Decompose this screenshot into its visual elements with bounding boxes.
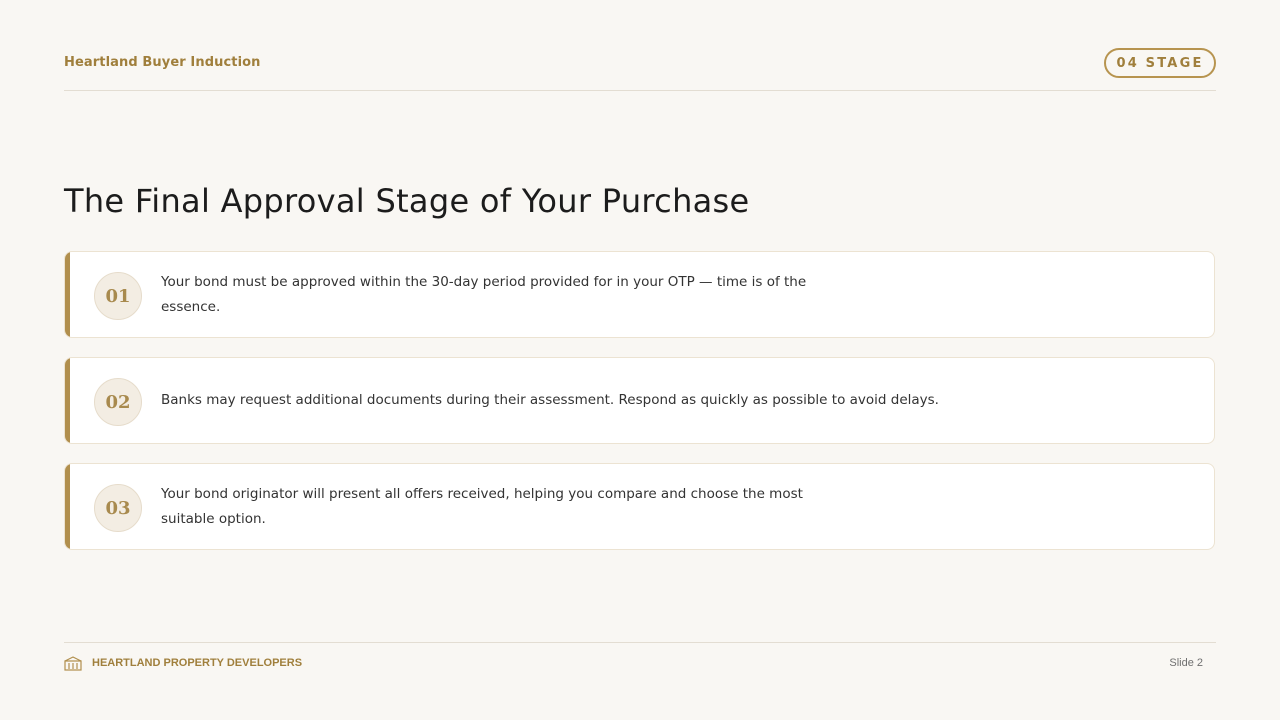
list-item: 02 Banks may request additional document… [64,357,1215,444]
step-text: Banks may request additional documents d… [161,392,939,408]
stage-badge: 04 STAGE [1104,48,1216,78]
header-divider [64,90,1216,91]
step-number-badge: 02 [94,378,142,426]
list-item: 03 Your bond originator will present all… [64,463,1215,550]
header-brand: Heartland Buyer Induction [64,55,261,70]
page-title: The Final Approval Stage of Your Purchas… [64,182,750,220]
step-text: Your bond must be approved within the 30… [161,273,807,315]
footer-brand: HEARTLAND PROPERTY DEVELOPERS [92,657,303,669]
slide-number: Slide 2 [1169,657,1203,669]
step-number-badge: 01 [94,272,142,320]
step-text: Your bond originator will present all of… [161,485,803,527]
list-item: 01 Your bond must be approved within the… [64,251,1215,338]
footer-divider [64,642,1216,643]
building-icon [64,656,82,671]
step-number-badge: 03 [94,484,142,532]
